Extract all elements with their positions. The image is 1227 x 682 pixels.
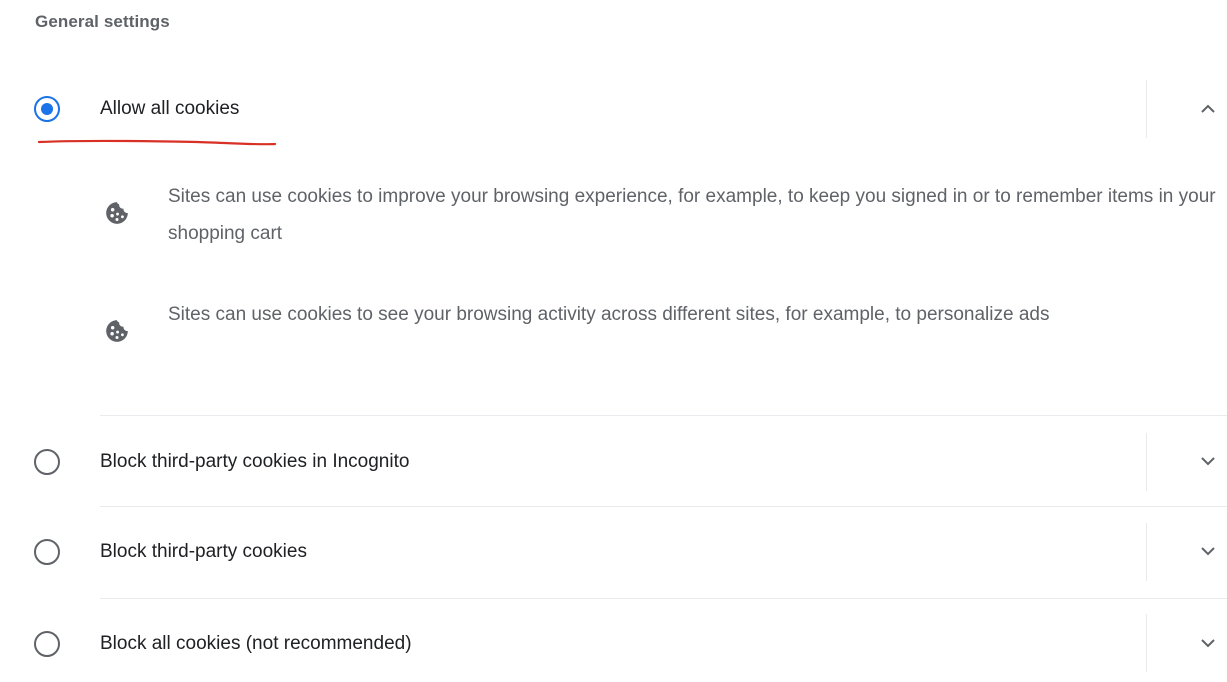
chevron-down-icon[interactable] bbox=[1198, 633, 1218, 653]
chevron-down-icon[interactable] bbox=[1198, 541, 1218, 561]
chevron-up-icon[interactable] bbox=[1198, 99, 1218, 119]
detail-text: Sites can use cookies to improve your br… bbox=[168, 186, 1216, 244]
cookie-settings-page: General settings Allow all cookies Sites… bbox=[0, 0, 1227, 682]
option-label: Block third-party cookies in Incognito bbox=[100, 451, 410, 472]
divider bbox=[1146, 523, 1147, 581]
radio-block-third-party-incognito[interactable] bbox=[34, 449, 60, 475]
option-label: Allow all cookies bbox=[100, 98, 240, 119]
detail-text: Sites can use cookies to see your browsi… bbox=[168, 304, 1050, 325]
cookie-icon bbox=[106, 320, 128, 342]
cookie-icon bbox=[106, 202, 128, 224]
radio-block-third-party[interactable] bbox=[34, 539, 60, 565]
option-label: Block third-party cookies bbox=[100, 541, 307, 562]
radio-block-all-cookies[interactable] bbox=[34, 631, 60, 657]
divider bbox=[1146, 80, 1147, 138]
divider bbox=[100, 598, 1227, 599]
option-allow-all-cookies[interactable]: Allow all cookies bbox=[0, 79, 1227, 139]
divider bbox=[100, 415, 1227, 416]
divider bbox=[1146, 614, 1147, 672]
option-block-third-party[interactable]: Block third-party cookies bbox=[0, 523, 1227, 583]
option-block-third-party-incognito[interactable]: Block third-party cookies in Incognito bbox=[0, 433, 1227, 493]
chevron-down-icon[interactable] bbox=[1198, 451, 1218, 471]
annotation-underline bbox=[37, 139, 277, 146]
option-block-all-cookies[interactable]: Block all cookies (not recommended) bbox=[0, 614, 1227, 674]
divider bbox=[100, 506, 1227, 507]
section-title: General settings bbox=[35, 12, 170, 31]
option-label: Block all cookies (not recommended) bbox=[100, 633, 412, 654]
divider bbox=[1146, 433, 1147, 491]
radio-allow-all-cookies[interactable] bbox=[34, 96, 60, 122]
